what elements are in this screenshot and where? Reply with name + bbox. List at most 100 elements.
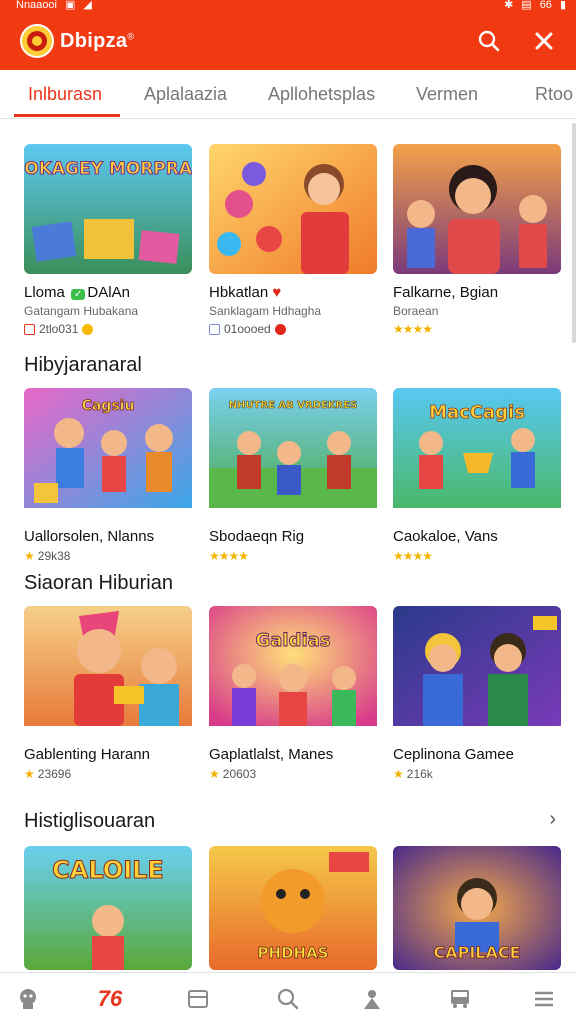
card-title: Sbodaeqn Rig xyxy=(209,528,305,545)
battery-text: 66 xyxy=(539,0,552,11)
card-meta-text: 2tlo031 xyxy=(39,322,79,336)
card-title: Lloma ✓ DAlAn xyxy=(24,284,192,301)
card-meta-text: 216k xyxy=(406,767,433,781)
category-tabs: Inlburasn Aplalaazia Apllohetsplas Verme… xyxy=(0,70,576,119)
card-meta-text: 23696 xyxy=(37,767,72,781)
app-title-text: Dbipza xyxy=(60,30,128,52)
app-logo-icon[interactable] xyxy=(20,24,54,58)
card-meta: ★ 216k xyxy=(393,767,561,781)
tab-4[interactable]: Rtoo xyxy=(535,84,573,105)
rating-stars: ★ xyxy=(24,549,35,563)
game-thumbnail xyxy=(393,144,561,274)
game-thumbnail: CAPILACE xyxy=(393,846,561,970)
app-bar: Dbipza® xyxy=(0,14,576,70)
person-icon[interactable] xyxy=(352,985,392,1013)
game-card[interactable]: Gablenting Harann ★ 23696 xyxy=(24,606,192,781)
card-title-tag: DAlAn xyxy=(87,284,130,301)
thumb-text: Galdias xyxy=(255,630,330,651)
game-card[interactable]: Falkarne, Bgian Boraean ★★★★ xyxy=(393,144,561,336)
game-card[interactable]: Hbkatlan ♥ Sanklagam Hdhagha 01oooed xyxy=(209,144,377,336)
thumb-text: PHDHAS xyxy=(258,944,329,962)
badge-icon xyxy=(274,323,286,335)
card-meta: 2tlo031 xyxy=(24,322,192,336)
section-title: Siaoran Hiburian xyxy=(24,572,173,594)
card-title: Ceplinona Gamee xyxy=(393,746,514,763)
rating-stars: ★★★★ xyxy=(393,322,433,336)
section-title: Hibyjaranaral xyxy=(24,354,142,376)
card-title: Falkarne, Bgian xyxy=(393,284,499,301)
rating-stars: ★★★★ xyxy=(393,549,433,563)
menu-icon[interactable] xyxy=(524,985,564,1013)
card-meta-text: 01oooed xyxy=(224,322,271,336)
card-title-text: Hbkatlan xyxy=(209,284,269,301)
scrollbar[interactable] xyxy=(572,123,576,343)
card-meta-text: 20603 xyxy=(222,767,257,781)
thumb-text: MacCagis xyxy=(429,402,525,423)
book-icon[interactable] xyxy=(178,985,218,1013)
bluetooth-icon: ✱ xyxy=(504,0,514,11)
game-card[interactable]: SHOKAGEY MORPRAGS Lloma ✓DAlAn Gatangam … xyxy=(24,144,192,336)
wifi-icon: ▤ xyxy=(521,0,532,11)
thumb-text: NHUTRE AB VRDEKRES xyxy=(229,400,358,411)
card-title-tag: ♥ xyxy=(272,284,282,301)
tab-0[interactable]: Inlburasn xyxy=(28,84,102,105)
rating-stars: ★ xyxy=(24,767,35,781)
bus-icon[interactable] xyxy=(440,985,480,1013)
card-meta: ★ 29k38 xyxy=(24,549,192,563)
rating-stars: ★ xyxy=(209,767,220,781)
status-bar: Nnaaooi ▣ ◢ ✱ ▤ 66 ▮ xyxy=(0,0,576,14)
card-meta-text: 29k38 xyxy=(37,549,71,563)
robot-icon[interactable] xyxy=(8,985,48,1013)
tab-2[interactable]: Apllohetsplas xyxy=(268,84,375,105)
status-left-text: Nnaaooi xyxy=(16,0,57,11)
grid-icon xyxy=(209,323,220,335)
search-icon[interactable] xyxy=(268,985,308,1013)
card-meta: ★ 23696 xyxy=(24,767,192,781)
card-subtitle: Boraean xyxy=(393,304,439,318)
tab-3[interactable]: Vermen xyxy=(416,84,478,105)
card-meta: ★★★★ xyxy=(209,549,377,563)
battery-icon: ▮ xyxy=(559,0,566,11)
card-subtitle: Sanklagam Hdhagha xyxy=(209,304,322,318)
tab-1[interactable]: Aplalaazia xyxy=(144,84,227,105)
game-thumbnail: MacCagis xyxy=(393,388,561,518)
game-card[interactable]: Cagsiu Uallorsolen, Nlanns ★ 29k38 xyxy=(24,388,192,563)
game-thumbnail: Galdias xyxy=(209,606,377,736)
game-card[interactable]: NHUTRE AB VRDEKRES Sbodaeqn Rig ★★★★ xyxy=(209,388,377,563)
card-title-text: Lloma xyxy=(24,284,65,301)
thumb-text: SHOKAGEY MORPRAGS xyxy=(24,159,192,179)
section-title: Histiglisouaran xyxy=(24,810,156,832)
game-thumbnail: NHUTRE AB VRDEKRES xyxy=(209,388,377,518)
card-meta: ★ 20603 xyxy=(209,767,377,781)
card-title: Uallorsolen, Nlanns xyxy=(24,528,155,545)
calendar-icon xyxy=(24,323,35,335)
game-thumbnail xyxy=(24,606,192,736)
search-icon[interactable] xyxy=(475,27,503,55)
logo-icon[interactable]: 76 xyxy=(90,985,130,1013)
game-card[interactable]: CAPILACE xyxy=(393,846,561,970)
app-title: Dbipza® xyxy=(60,30,134,53)
game-card[interactable]: PHDHAS xyxy=(209,846,377,970)
tag-badge: ✓ xyxy=(71,289,86,300)
game-card[interactable]: Ceplinona Gamee ★ 216k xyxy=(393,606,561,781)
card-meta: ★★★★ xyxy=(393,549,561,563)
thumb-text: CALOILE xyxy=(52,856,164,884)
card-title: Gaplatlalst, Manes xyxy=(209,746,334,763)
game-thumbnail: CALOILE xyxy=(24,846,192,970)
game-thumbnail: PHDHAS xyxy=(209,846,377,970)
game-card[interactable]: Galdias Gaplatlalst, Manes ★ 20603 xyxy=(209,606,377,781)
card-title: Gablenting Harann xyxy=(24,746,150,763)
card-subtitle: Gatangam Hubakana xyxy=(24,304,139,318)
game-thumbnail xyxy=(393,606,561,736)
bottom-nav: 76 xyxy=(0,972,576,1025)
game-thumbnail xyxy=(209,144,377,274)
game-thumbnail: Cagsiu xyxy=(24,388,192,518)
game-card[interactable]: MacCagis Caokaloe, Vans ★★★★ xyxy=(393,388,561,563)
trademark-mark: ® xyxy=(127,31,135,42)
notification-icon: ▣ xyxy=(64,0,76,11)
signal-icon: ◢ xyxy=(83,0,92,11)
see-more-chevron-icon[interactable]: › xyxy=(549,808,556,831)
card-title: Caokaloe, Vans xyxy=(393,528,498,545)
game-card[interactable]: CALOILE xyxy=(24,846,192,970)
close-icon[interactable] xyxy=(530,27,558,55)
